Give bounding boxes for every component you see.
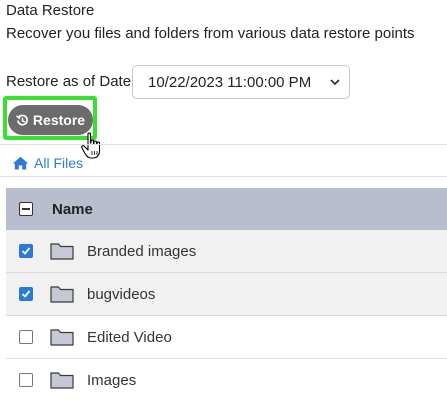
chevron-down-icon [330,79,340,86]
row-checkbox[interactable] [19,330,33,344]
table-row[interactable]: Edited Video [6,316,447,359]
row-checkbox[interactable] [19,287,33,301]
checkmark-icon [21,247,31,255]
restore-date-value: 10/22/2023 11:00:00 PM [148,73,312,91]
file-table: Name Branded images bugvideos Edited Vid… [6,188,447,400]
table-row[interactable]: Images [6,359,447,400]
restore-button[interactable]: Restore [8,105,93,135]
breadcrumb[interactable]: All Files [12,155,83,171]
file-name[interactable]: Images [87,372,136,389]
divider [0,144,447,145]
table-row[interactable]: bugvideos [6,273,447,316]
folder-icon [50,372,74,389]
folder-icon [50,329,74,346]
row-checkbox[interactable] [19,373,33,387]
page-subtitle: Recover you files and folders from vario… [6,25,415,42]
select-all-checkbox[interactable] [19,202,33,216]
page-title: Data Restore [6,2,95,19]
restore-date-label: Restore as of Date [6,73,132,90]
breadcrumb-all-files[interactable]: All Files [34,155,83,171]
select-all-cell [6,202,46,216]
folder-icon [50,286,74,303]
table-row[interactable]: Branded images [6,230,447,273]
home-icon [12,156,29,170]
file-name[interactable]: Edited Video [87,329,172,346]
table-header: Name [6,188,447,230]
column-header-name[interactable]: Name [46,201,93,218]
folder-icon [50,243,74,260]
file-name[interactable]: Branded images [87,243,196,260]
file-name[interactable]: bugvideos [87,286,155,303]
checkmark-icon [21,290,31,298]
restore-button-label: Restore [32,112,86,128]
row-checkbox[interactable] [19,244,33,258]
restore-date-select[interactable]: 10/22/2023 11:00:00 PM [132,65,350,99]
hand-cursor-icon [81,132,101,159]
divider [0,176,447,177]
history-icon [15,114,28,126]
